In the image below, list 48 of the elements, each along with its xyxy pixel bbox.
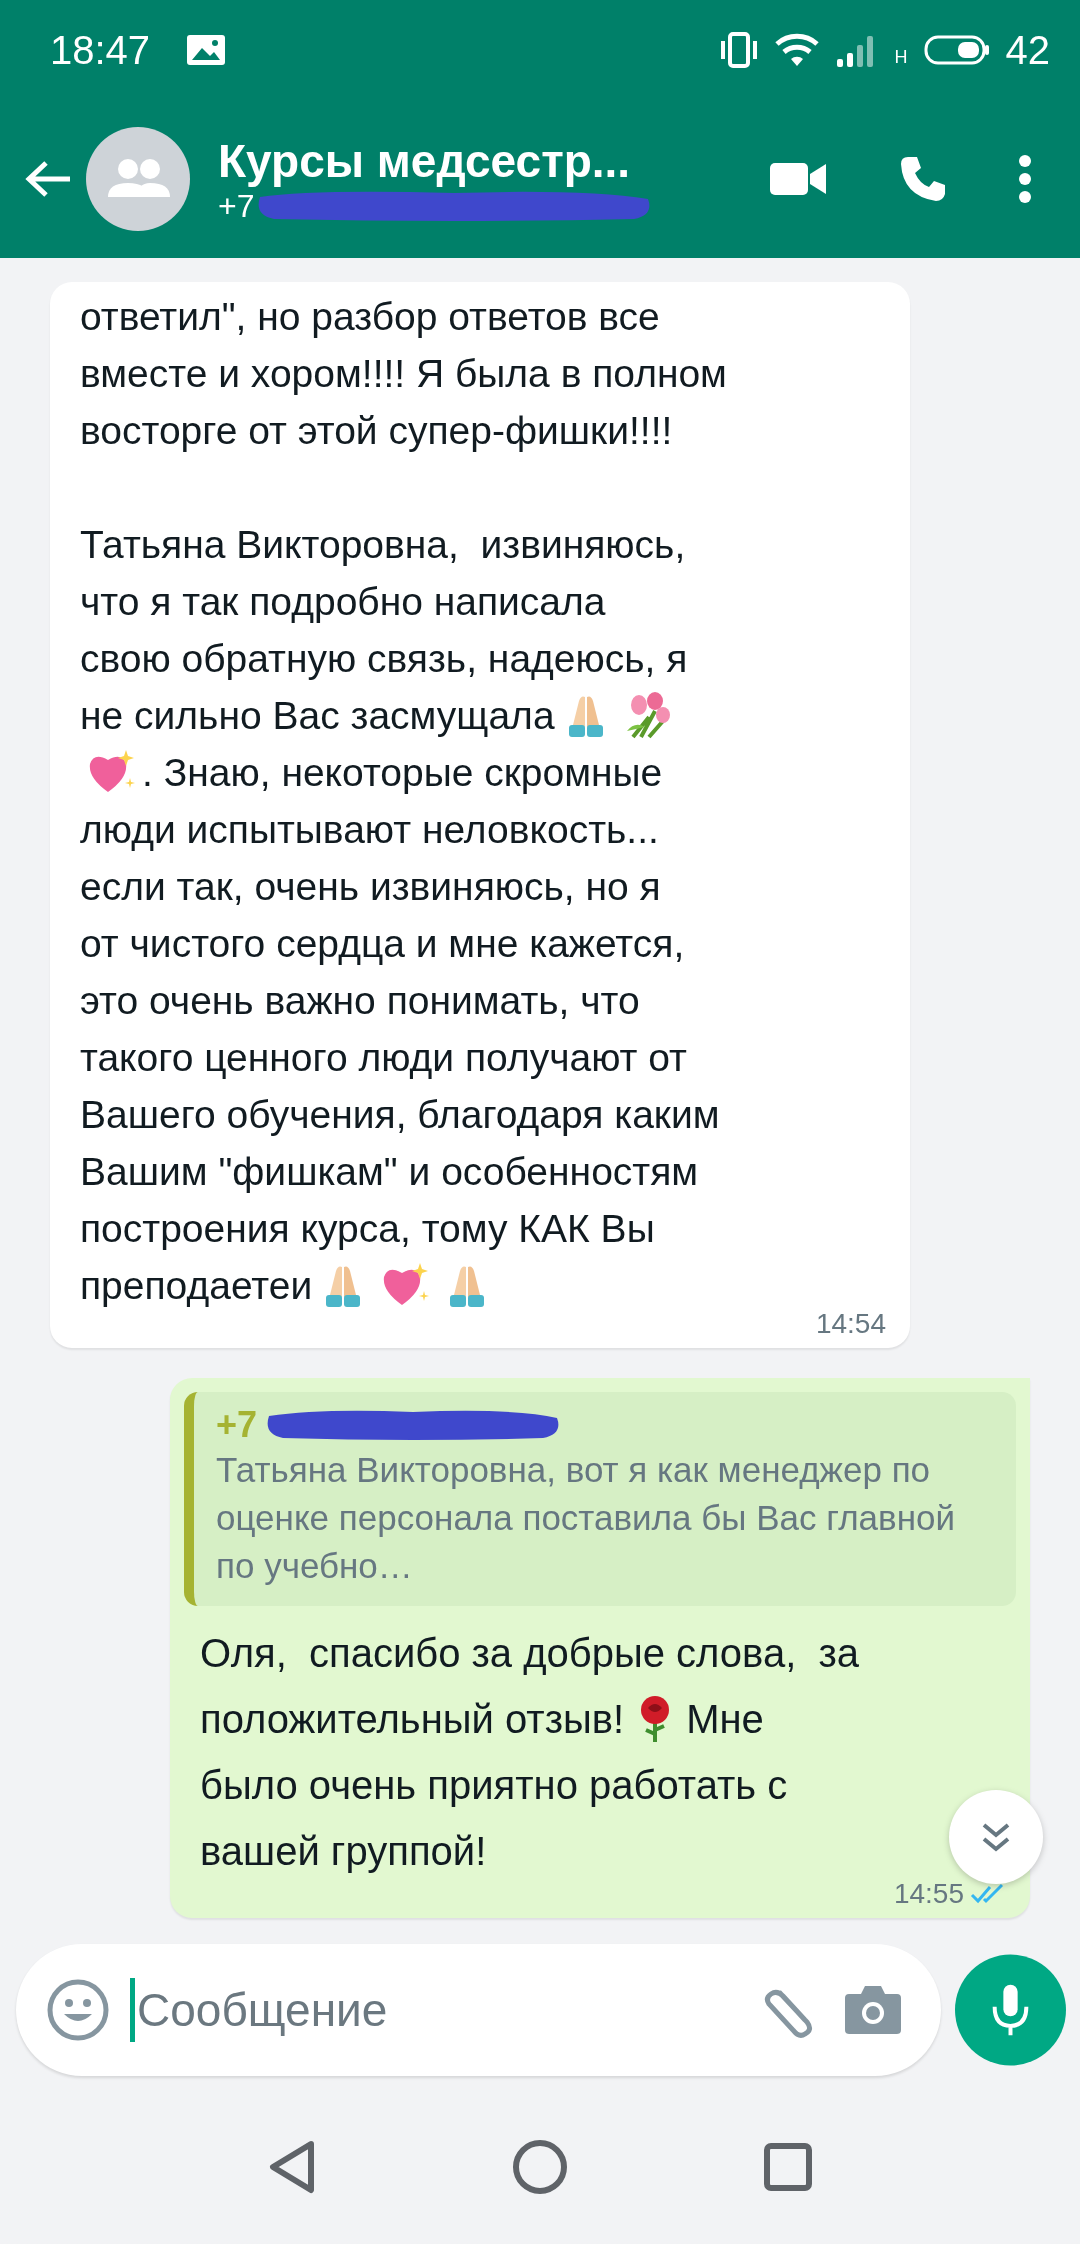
message-text: вместе и хором!!!! Я была в полном — [80, 351, 727, 397]
battery-icon — [923, 35, 990, 65]
phone-call-icon[interactable] — [898, 154, 948, 204]
message-text: Вашим "фишкам" и особенностям — [80, 1149, 699, 1195]
message-text: Вашего обучения, благодаря каким — [80, 1092, 720, 1138]
message-text: Мне — [686, 1696, 764, 1743]
message-text: преподаетеи — [80, 1263, 313, 1309]
message-text: это очень важно понимать, что — [80, 978, 640, 1024]
status-time: 18:47 — [50, 27, 151, 73]
message-time: 14:55 — [893, 1878, 964, 1910]
outgoing-message[interactable] — [170, 1378, 1030, 1918]
message-text: такого ценного люди получают от — [80, 1035, 687, 1081]
quoted-message[interactable]: +7 Татьяна Викторовна, вот я как менеджер по оценке персонала поставила бы Вас главной по учебно… — [184, 1392, 1016, 1606]
message-text: положительный отзыв! — [200, 1696, 625, 1743]
message-text: ответил", но разбор ответов все — [80, 294, 660, 340]
vibrate-icon — [718, 32, 759, 68]
battery-level: 42 — [1005, 27, 1050, 73]
quote-text: Татьяна Викторовна, вот я как менеджер по оценке персонала поставила бы Вас главной по учебно… — [216, 1449, 957, 1587]
recents-nav-icon[interactable] — [762, 2142, 813, 2192]
gallery-icon — [186, 34, 227, 66]
quote-author: +7 — [216, 1404, 258, 1446]
message-text: не сильно Вас засмущала — [80, 693, 555, 739]
message-input-bar[interactable]: Сообщение — [16, 1944, 941, 2076]
message-text: . Знаю, некоторые скромные — [142, 750, 663, 796]
message-text: было очень приятно работать с — [200, 1762, 788, 1809]
incoming-message[interactable] — [50, 282, 910, 1348]
message-text: Оля, спасибо за добрые слова, за — [200, 1630, 860, 1677]
message-text: от чистого сердца и мне кажется, — [80, 921, 685, 967]
message-text: Татьяна Викторовна, извиняюсь, — [80, 522, 686, 568]
chat-title[interactable]: Курсы медсестр... — [218, 133, 726, 188]
chat-subtitle: +7 — [218, 187, 255, 225]
message-text: свою обратную связь, надеюсь, я — [80, 636, 688, 682]
message-input-field[interactable]: Сообщение — [135, 1982, 737, 2038]
message-text: построения курса, тому КАК Вы — [80, 1206, 655, 1252]
more-options-icon[interactable] — [1018, 154, 1032, 204]
home-nav-icon[interactable] — [512, 2139, 568, 2195]
scroll-down-button[interactable] — [948, 1789, 1044, 1885]
emoji-icon[interactable] — [46, 1978, 110, 2042]
message-text: люди испытывают неловкость... — [80, 807, 659, 853]
back-icon[interactable] — [24, 159, 72, 199]
message-text: если так, очень извиняюсь, но я — [80, 864, 661, 910]
wifi-icon — [774, 33, 819, 67]
message-text: что я так подробно написала — [80, 579, 606, 625]
message-text: восторге от этой супер-фишки!!!! — [80, 408, 673, 454]
group-avatar[interactable] — [86, 127, 190, 231]
message-time: 14:54 — [815, 1308, 886, 1340]
network-type: H — [894, 46, 908, 68]
message-text: вашей группой! — [200, 1828, 487, 1875]
